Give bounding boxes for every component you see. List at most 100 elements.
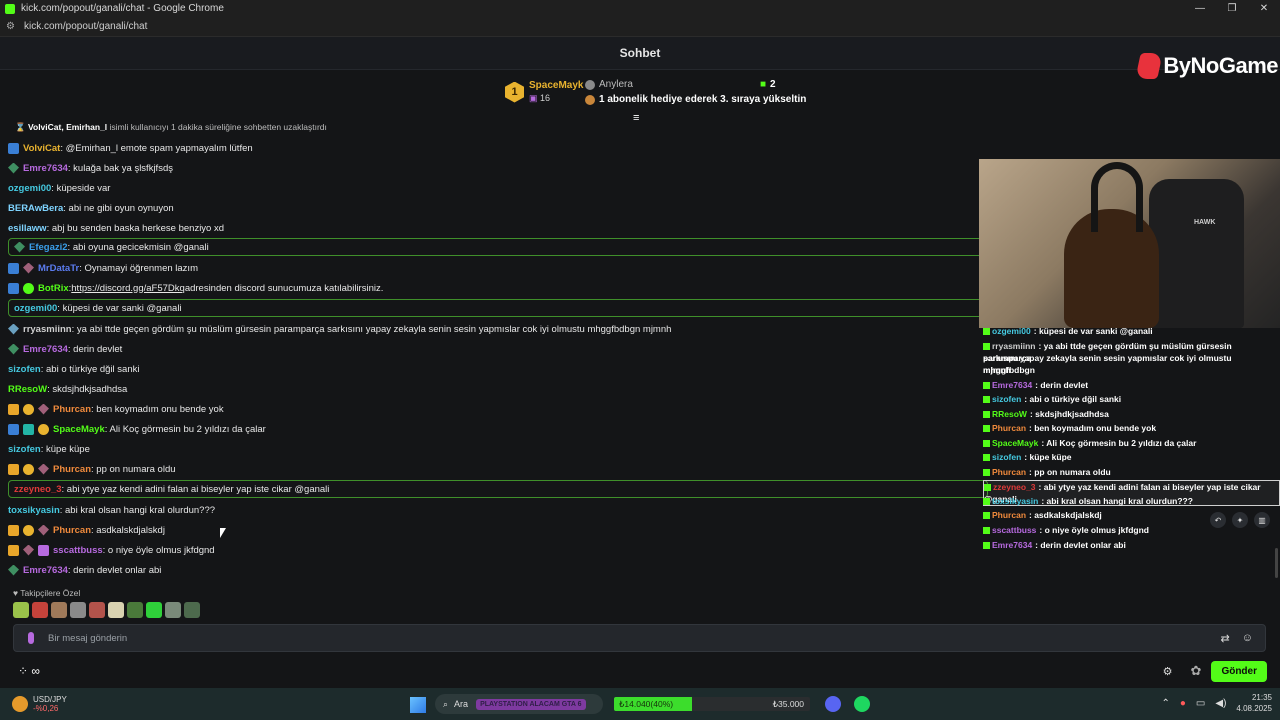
- overlay-chat-line: sizofen: abi o türkiye dğil sanki: [983, 393, 1280, 405]
- vip-icon: [23, 423, 34, 435]
- volume-icon[interactable]: ◀): [1215, 698, 1226, 709]
- search-label[interactable]: Ara: [454, 699, 468, 709]
- address-bar[interactable]: ⚙ kick.com/popout/ganali/chat: [0, 17, 1280, 37]
- chat-username[interactable]: Emre7634: [23, 344, 68, 355]
- emote-face-icon[interactable]: [127, 602, 143, 618]
- badge-icon: [983, 542, 990, 550]
- chat-text: : Oynamayi öğrenmen lazım: [79, 262, 198, 274]
- emote-face-icon[interactable]: [108, 602, 124, 618]
- gifter-name[interactable]: Anylera: [599, 79, 633, 90]
- sub-icon: [8, 323, 19, 335]
- url-text[interactable]: kick.com/popout/ganali/chat: [24, 21, 147, 32]
- pinned-username[interactable]: SpaceMayk: [529, 80, 583, 91]
- ticker-name: USD/JPY: [33, 695, 67, 704]
- chat-username[interactable]: sscattbuss: [53, 545, 103, 556]
- chat-username[interactable]: rryasmiinn: [23, 324, 72, 335]
- emote-face-icon[interactable]: [51, 602, 67, 618]
- gold-badge-icon: [23, 524, 34, 536]
- chat-list: VolviCat: @Emirhan_l emote spam yapmayal…: [0, 122, 988, 582]
- chat-username[interactable]: Emre7634: [23, 163, 68, 174]
- taskbar-search[interactable]: ⌕ Ara PLAYSTATION ALACAM GTA 6: [435, 694, 603, 714]
- chat-username[interactable]: Phurcan: [53, 404, 91, 415]
- pinned-message: 1 abonelik hediye ederek 3. sıraya yükse…: [599, 94, 807, 105]
- chat-message-mention: Efegazi2: abi oyuna gecicekmisin @ganali: [8, 238, 988, 256]
- emote-face-icon[interactable]: [184, 602, 200, 618]
- settings-icon[interactable]: ⚙: [1163, 665, 1173, 678]
- overlay-username: toxsikyasin: [992, 496, 1039, 506]
- overlay-chat-line: Emre7634: derin devlet: [983, 379, 1280, 391]
- emote-face-icon[interactable]: [89, 602, 105, 618]
- chat-text: adresinden discord sunucumuza katılabili…: [184, 282, 384, 294]
- chat-username[interactable]: esillaww: [8, 223, 47, 234]
- chat-username[interactable]: VolviCat: [23, 143, 60, 154]
- badge-icon: [983, 454, 990, 462]
- ticker-value: -%0,26: [33, 704, 59, 713]
- emoji-icon[interactable]: ☺: [1242, 632, 1253, 644]
- chat-text: : ya abi ttde geçen gördüm şu müslüm gür…: [71, 323, 672, 335]
- emote-face-icon[interactable]: [70, 602, 86, 618]
- chat-username[interactable]: zzeyneo_3: [14, 484, 62, 495]
- chat-username[interactable]: MrDataTr: [38, 263, 79, 274]
- overlay-chat-line: SpaceMayk: Ali Koç görmesin bu 2 yıldızı…: [983, 437, 1280, 449]
- pin-icon[interactable]: ✦: [1232, 512, 1248, 528]
- chat-username[interactable]: Efegazi2: [29, 242, 68, 253]
- chat-username[interactable]: BotRix: [38, 283, 69, 294]
- chat-username[interactable]: ozgemi00: [8, 183, 51, 194]
- og-icon: [14, 241, 25, 253]
- network-icon[interactable]: ▭: [1196, 698, 1205, 709]
- pinned-gift-banner[interactable]: 1 SpaceMayk ▣ 16 Anylera 1 abonelik hedi…: [0, 70, 980, 124]
- trash-icon[interactable]: ▥: [1254, 512, 1270, 528]
- overlay-username: RResoW: [992, 409, 1027, 419]
- badge-icon: [983, 425, 990, 433]
- close-icon[interactable]: ✕: [1248, 3, 1280, 14]
- chat-text: : @Emirhan_l emote spam yapmayalım lütfe…: [60, 142, 253, 154]
- overlay-chat-line: mjmnh: [983, 364, 1280, 376]
- discord-icon[interactable]: [825, 696, 841, 712]
- clock[interactable]: 21:35 4.08.2025: [1236, 692, 1272, 714]
- message-input[interactable]: Bir mesaj gönderin ⇄ ☺: [13, 624, 1266, 652]
- translate-icon[interactable]: ⇄: [1221, 632, 1230, 645]
- extension-icon[interactable]: ✿: [1191, 663, 1202, 679]
- search-highlight[interactable]: PLAYSTATION ALACAM GTA 6: [476, 698, 586, 710]
- chat-username[interactable]: sizofen: [8, 364, 41, 375]
- chat-username[interactable]: SpaceMayk: [53, 424, 105, 435]
- crown-icon: [8, 544, 19, 556]
- chat-username[interactable]: Emre7634: [23, 565, 68, 576]
- chat-username[interactable]: RResoW: [8, 384, 47, 395]
- emote-heart-icon[interactable]: [13, 602, 29, 618]
- windows-start-icon[interactable]: [410, 697, 426, 713]
- overlay-text: mjmnh: [983, 365, 1011, 375]
- chat-identity-icon[interactable]: ⁘ ∞: [18, 664, 40, 678]
- emote-face-icon[interactable]: [32, 602, 48, 618]
- overlay-text: : asdkalskdjalskdj: [1029, 510, 1102, 520]
- chat-username[interactable]: BERAwBera: [8, 203, 63, 214]
- scrollbar[interactable]: [1275, 548, 1278, 578]
- emote-face-icon[interactable]: [165, 602, 181, 618]
- ticker-widget[interactable]: USD/JPY -%0,26: [12, 695, 67, 713]
- minimize-icon[interactable]: —: [1184, 3, 1216, 14]
- undo-icon[interactable]: ↶: [1210, 512, 1226, 528]
- chat-username[interactable]: Phurcan: [53, 525, 91, 536]
- badge-icon: [983, 527, 990, 535]
- search-icon: ⌕: [443, 698, 449, 709]
- chat-message: sizofen: küpe küpe: [8, 440, 90, 458]
- mic-muted-icon[interactable]: ●: [1180, 698, 1186, 709]
- spotify-icon[interactable]: [854, 696, 870, 712]
- message-placeholder[interactable]: Bir mesaj gönderin: [48, 633, 127, 644]
- emote-face-icon[interactable]: [146, 602, 162, 618]
- overlay-text: : abi kral olsan hangi kral olurdun???: [1041, 496, 1193, 506]
- restore-icon[interactable]: ❐: [1216, 3, 1248, 14]
- discord-link[interactable]: https://discord.gg/aF57Dkq: [71, 283, 185, 294]
- chevron-up-icon[interactable]: ⌃: [1161, 698, 1169, 709]
- chat-username[interactable]: sizofen: [8, 444, 41, 455]
- send-button[interactable]: Gönder: [1211, 660, 1267, 682]
- site-info-icon[interactable]: ⚙: [6, 21, 15, 32]
- chat-text: : pp on numara oldu: [91, 463, 176, 475]
- chat-username[interactable]: Phurcan: [53, 464, 91, 475]
- heart-icon: ♥: [13, 588, 19, 598]
- founder-icon: [23, 544, 34, 556]
- chat-username[interactable]: ozgemi00: [14, 303, 57, 314]
- mic-icon[interactable]: [28, 632, 34, 644]
- chat-username[interactable]: toxsikyasin: [8, 505, 60, 516]
- chat-footer: ⁘ ∞ ⚙ ✿ Gönder: [0, 654, 1280, 688]
